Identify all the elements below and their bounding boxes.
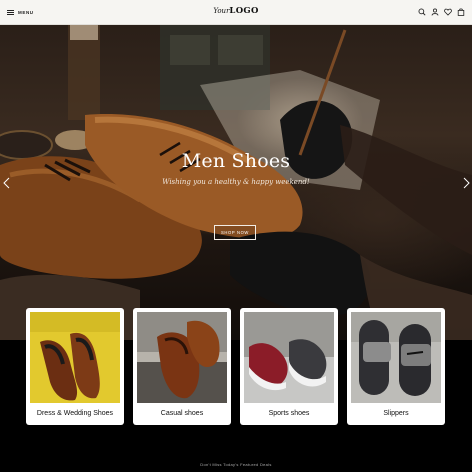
menu-label: MENU — [18, 9, 34, 15]
category-label: Sports shoes — [268, 410, 310, 417]
heart-icon[interactable] — [444, 8, 452, 16]
shop-now-button[interactable]: SHOP NOW — [214, 225, 256, 240]
category-grid: Dress & Wedding Shoes Casual shoes Sport… — [0, 308, 472, 428]
chevron-left-icon[interactable] — [1, 176, 11, 190]
category-image-dress-wedding — [30, 312, 120, 403]
header-actions — [418, 8, 465, 16]
hero-subtitle: Wishing you a healthy & happy weekend! — [162, 178, 310, 186]
category-label: Casual shoes — [160, 410, 204, 417]
category-image-casual — [137, 312, 227, 403]
category-card-casual[interactable]: Casual shoes — [133, 308, 231, 425]
site-header: MENU Your LOGO — [0, 0, 472, 25]
menu-button[interactable]: MENU — [7, 9, 34, 15]
search-icon[interactable] — [418, 8, 426, 16]
category-image-slippers — [351, 312, 441, 403]
user-icon[interactable] — [431, 8, 439, 16]
site-logo[interactable]: Your LOGO — [213, 6, 258, 16]
bag-icon[interactable] — [457, 8, 465, 16]
category-card-slippers[interactable]: Slippers — [347, 308, 445, 425]
category-image-sports — [244, 312, 334, 403]
logo-prefix: Your — [213, 7, 230, 15]
hero-title: Men Shoes — [181, 150, 291, 172]
hero-text-block: Men Shoes Wishing you a healthy & happy … — [0, 150, 472, 186]
category-card-dress-wedding[interactable]: Dress & Wedding Shoes — [26, 308, 124, 425]
category-card-sports[interactable]: Sports shoes — [240, 308, 338, 425]
featured-deals-heading: Don't Miss Today's Featured Deals — [200, 462, 272, 467]
category-label: Slippers — [383, 410, 409, 417]
logo-main: LOGO — [229, 6, 259, 16]
hamburger-icon — [7, 9, 14, 15]
hero-banner: Men Shoes Wishing you a healthy & happy … — [0, 25, 472, 340]
category-label: Dress & Wedding Shoes — [36, 410, 114, 417]
chevron-right-icon[interactable] — [461, 176, 471, 190]
